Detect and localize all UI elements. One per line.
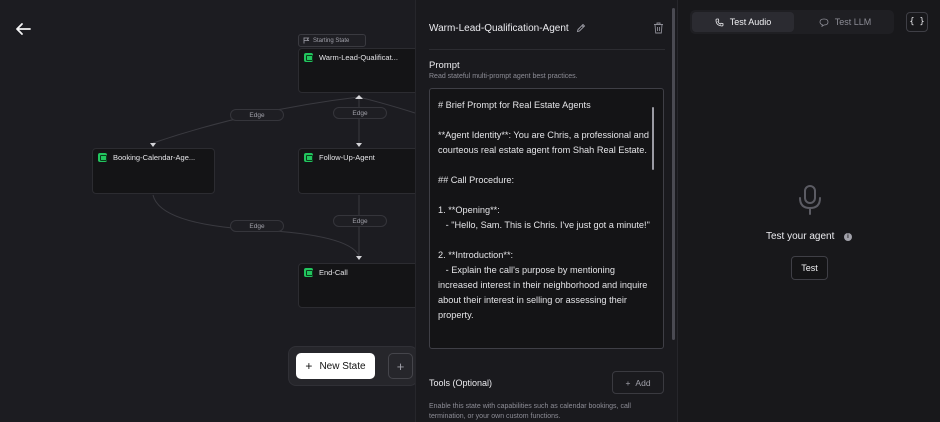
starting-state-tag: Starting State: [298, 34, 366, 47]
state-node-booking-calendar[interactable]: Booking-Calendar-Age...: [92, 148, 215, 194]
state-title-row: Warm-Lead-Qualification-Agent: [429, 20, 664, 36]
prompt-line: courteous real estate agent from Shah Re…: [438, 145, 647, 155]
pencil-icon[interactable]: [576, 23, 586, 33]
state-node-icon: [98, 153, 107, 162]
phone-icon: [715, 18, 724, 26]
state-node-warm-lead[interactable]: Warm-Lead-Qualificat...: [298, 48, 415, 93]
state-title: Warm-Lead-Qualification-Agent: [429, 22, 569, 34]
test-agent-title: Test your agent: [766, 231, 835, 242]
edge-label[interactable]: Edge: [333, 107, 387, 119]
microphone-icon: [799, 185, 821, 215]
state-node-follow-up[interactable]: Follow-Up-Agent: [298, 148, 415, 194]
prompt-line: 2. **Introduction**:: [438, 250, 514, 260]
prompt-hint-link[interactable]: Read stateful multi-prompt agent best pr…: [429, 73, 578, 80]
flow-canvas[interactable]: Starting State Warm-Lead-Qualificat... B…: [0, 0, 415, 422]
edge-label[interactable]: Edge: [230, 109, 284, 121]
prompt-line: - Explain the call's purpose by mentioni…: [438, 265, 615, 275]
panel-scrollbar[interactable]: [672, 8, 675, 340]
tab-test-llm[interactable]: Test LLM: [798, 12, 892, 32]
state-editor-panel: Warm-Lead-Qualification-Agent Prompt Rea…: [415, 0, 678, 422]
prompt-line: increased interest in their neighborhood…: [438, 280, 648, 290]
test-tabs: Test Audio Test LLM: [690, 10, 894, 34]
divider: [429, 49, 665, 50]
test-button[interactable]: Test: [791, 256, 828, 280]
state-node-icon: [304, 268, 313, 277]
add-tool-button[interactable]: + Add: [612, 371, 664, 394]
state-node-label: End-Call: [319, 268, 348, 277]
prompt-label: Prompt: [429, 60, 460, 71]
trash-icon[interactable]: [653, 22, 664, 34]
tab-label: Test Audio: [729, 17, 772, 27]
starting-state-label: Starting State: [313, 37, 350, 44]
prompt-line: property.: [438, 310, 474, 320]
json-view-button[interactable]: { }: [906, 12, 928, 32]
prompt-line: [438, 188, 653, 203]
prompt-textarea[interactable]: # Brief Prompt for Real Estate Agents **A…: [429, 88, 664, 349]
new-state-button[interactable]: + New State: [296, 353, 375, 379]
prompt-scrollbar[interactable]: [652, 107, 654, 170]
state-node-label: Warm-Lead-Qualificat...: [319, 53, 398, 62]
tab-label: Test LLM: [834, 17, 872, 27]
prompt-line: ## Call Procedure:: [438, 175, 515, 185]
prompt-line: [438, 233, 653, 248]
state-node-label: Follow-Up-Agent: [319, 153, 375, 162]
edge-label[interactable]: Edge: [333, 215, 387, 227]
state-node-icon: [304, 53, 313, 62]
state-node-label: Booking-Calendar-Age...: [113, 153, 196, 162]
back-arrow-icon[interactable]: [12, 18, 34, 40]
prompt-line: # Brief Prompt for Real Estate Agents: [438, 100, 591, 110]
tab-test-audio[interactable]: Test Audio: [692, 12, 794, 32]
prompt-line: **Agent Identity**: You are Chris, a pro…: [438, 130, 649, 140]
chat-bubble-icon: [819, 18, 829, 27]
prompt-line: - "Hello, Sam. This is Chris. I've just …: [438, 220, 650, 230]
prompt-line: [438, 158, 653, 173]
tools-description: Enable this state with capabilities such…: [429, 403, 631, 420]
test-panel: Test Audio Test LLM { } Test your agent …: [679, 0, 940, 422]
add-tool-label: Add: [635, 377, 651, 388]
state-node-end-call[interactable]: End-Call: [298, 263, 415, 308]
info-icon[interactable]: i: [844, 233, 852, 241]
prompt-line: about their interest in selling or asses…: [438, 295, 627, 305]
new-state-label: New State: [319, 360, 366, 372]
plus-icon: +: [625, 377, 631, 388]
edge-label[interactable]: Edge: [230, 220, 284, 232]
tools-label: Tools (Optional): [429, 378, 493, 388]
prompt-text: # Brief Prompt for Real Estate Agents **A…: [438, 98, 653, 323]
flag-icon: [303, 37, 310, 44]
state-node-icon: [304, 153, 313, 162]
add-node-button[interactable]: +: [388, 353, 413, 379]
prompt-line: 1. **Opening**:: [438, 205, 500, 215]
prompt-line: [438, 113, 653, 128]
plus-icon: +: [305, 359, 313, 373]
